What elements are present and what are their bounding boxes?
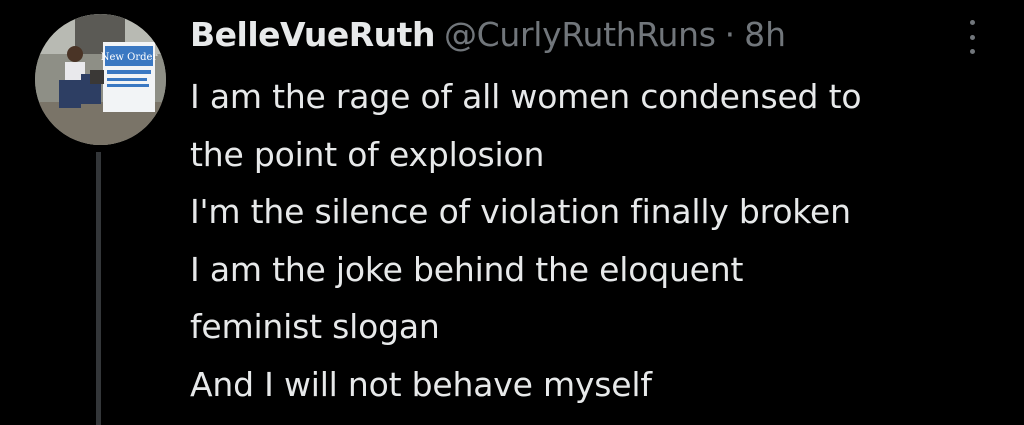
- tweet-text: I am the rage of all women condensed to …: [190, 68, 1000, 413]
- more-dot: [969, 20, 975, 25]
- more-vertical-icon[interactable]: [960, 20, 984, 54]
- avatar-photo: New Order: [35, 14, 166, 145]
- user-handle[interactable]: @CurlyRuthRuns: [444, 12, 716, 58]
- more-dot: [969, 49, 975, 54]
- thread-line: [96, 152, 101, 425]
- avatar[interactable]: New Order: [35, 14, 166, 145]
- tweet[interactable]: New Order BelleVueRuth @CurlyRuthRuns · …: [0, 0, 1024, 425]
- tweet-text-line: the point of explosion: [190, 134, 545, 174]
- separator-dot: ·: [724, 15, 736, 54]
- more-dot: [969, 34, 975, 40]
- display-name[interactable]: BelleVueRuth: [190, 12, 435, 58]
- tweet-text-line: I am the rage of all women condensed to: [190, 77, 862, 116]
- tweet-text-line: I am the joke behind the eloquent: [190, 249, 744, 289]
- tweet-text-line: feminist slogan: [190, 307, 440, 346]
- tweet-header: BelleVueRuth @CurlyRuthRuns · 8h: [190, 12, 786, 58]
- tweet-text-line: I'm the silence of violation finally bro…: [190, 192, 851, 231]
- tweet-text-line: And I will not behave myself: [190, 364, 652, 404]
- avatar-sign-text: New Order: [101, 52, 158, 63]
- timestamp[interactable]: 8h: [744, 12, 786, 58]
